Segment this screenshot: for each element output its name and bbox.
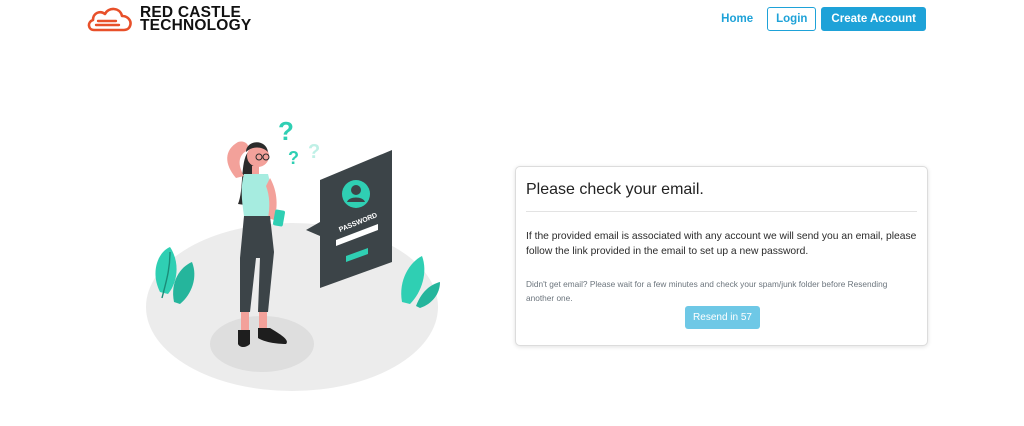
resend-button[interactable]: Resend in 57 [685, 306, 760, 329]
brand-name: RED CASTLE TECHNOLOGY [140, 5, 252, 34]
card-title: Please check your email. [526, 181, 704, 198]
check-email-card: Please check your email. If the provided… [515, 166, 928, 346]
card-note-text: Didn't get email? Please wait for a few … [526, 279, 888, 303]
card-body-text: If the provided email is associated with… [526, 231, 917, 257]
card-divider [526, 211, 917, 212]
svg-text:?: ? [288, 148, 299, 168]
home-link[interactable]: Home [721, 13, 753, 25]
forgot-password-illustration: PASSWORD ? ? ? [146, 116, 440, 391]
question-marks-icon: ? ? ? [278, 116, 320, 168]
brand[interactable]: RED CASTLE TECHNOLOGY [86, 4, 251, 34]
create-account-button[interactable]: Create Account [821, 7, 926, 31]
top-nav: Home Login Create Account [721, 7, 926, 31]
login-button[interactable]: Login [767, 7, 817, 31]
svg-text:?: ? [308, 141, 320, 163]
svg-text:?: ? [278, 116, 294, 146]
cloud-logo-icon [87, 7, 132, 32]
brand-line-2: TECHNOLOGY [140, 17, 252, 34]
